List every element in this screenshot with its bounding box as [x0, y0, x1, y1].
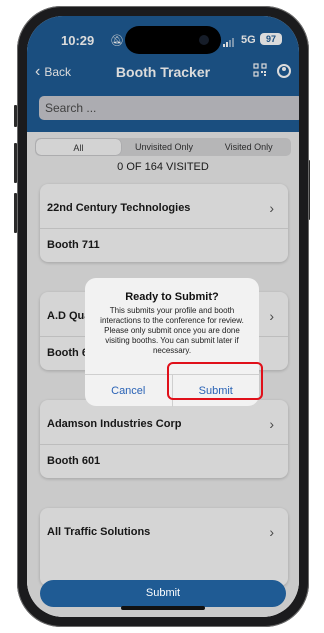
dialog-cancel-button[interactable]: Cancel: [85, 375, 172, 407]
phone-frame: 10:29 🔕︎ 5G 97 ‹ Back Booth Tracker Sear…: [17, 6, 309, 627]
submit-button[interactable]: Submit: [40, 580, 286, 607]
screen: 10:29 🔕︎ 5G 97 ‹ Back Booth Tracker Sear…: [27, 16, 299, 617]
highlight-box: [167, 362, 263, 400]
home-indicator: [121, 606, 205, 610]
dialog-title: Ready to Submit?: [125, 291, 219, 303]
dialog-message: This submits your profile and booth inte…: [100, 306, 244, 355]
